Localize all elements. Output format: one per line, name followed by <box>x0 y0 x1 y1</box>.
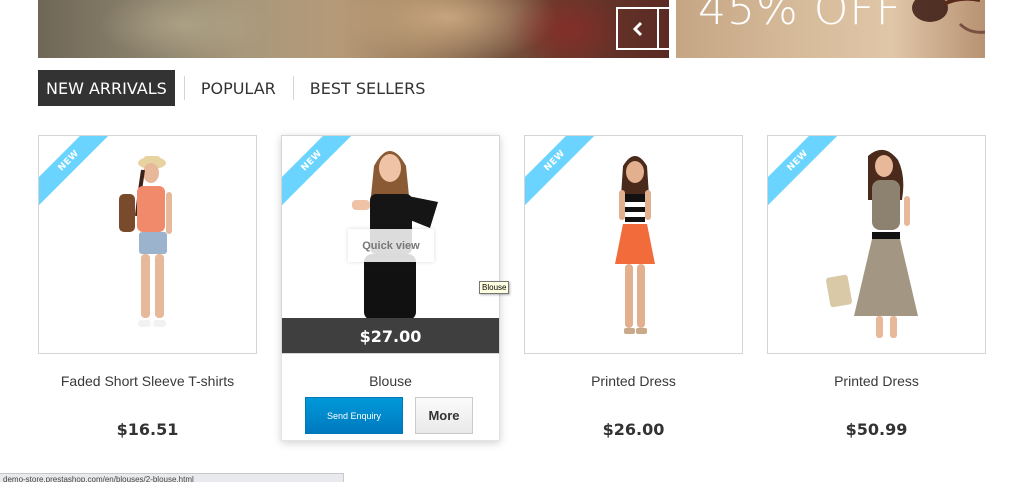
new-badge: NEW <box>768 136 837 205</box>
product-image-link[interactable]: NEW <box>524 135 743 354</box>
sunglasses-icon <box>912 0 985 34</box>
product-actions: Send Enquiry More <box>305 397 473 434</box>
new-badge: NEW <box>282 136 351 205</box>
product-tabs: New arrivals Popular Best Sellers <box>38 70 433 106</box>
product-card: NEW Faded Short Sleeve T-shirts $16.51 <box>38 135 257 439</box>
tab-best-sellers[interactable]: Best Sellers <box>302 70 434 106</box>
new-badge: NEW <box>525 136 594 205</box>
product-name-link[interactable]: Printed Dress <box>767 373 986 389</box>
tab-popular[interactable]: Popular <box>193 70 284 106</box>
banner-right-offer[interactable]: 45% OFF <box>676 0 985 58</box>
tab-divider <box>183 76 185 100</box>
product-name-link[interactable]: Printed Dress <box>524 373 743 389</box>
browser-status-url: demo-store.prestashop.com/en/blouses/2-b… <box>0 473 344 482</box>
tab-new-arrivals[interactable]: New arrivals <box>38 70 175 106</box>
slider-next-button[interactable] <box>657 9 669 48</box>
chevron-left-icon <box>632 21 642 36</box>
tab-divider <box>292 76 294 100</box>
quick-view-button[interactable]: Quick view <box>348 229 434 262</box>
price-overlay: $27.00 <box>282 318 499 353</box>
tooltip: Blouse <box>479 281 510 294</box>
product-name-link[interactable]: Blouse <box>281 373 500 389</box>
slider-controls <box>616 7 669 50</box>
product-price: $26.00 <box>602 420 665 439</box>
banner-texture <box>508 0 628 58</box>
slider-prev-button[interactable] <box>618 9 657 48</box>
more-button[interactable]: More <box>415 397 473 434</box>
product-price: $50.99 <box>845 420 908 439</box>
product-price: $16.51 <box>116 420 179 439</box>
banner-left[interactable] <box>38 0 669 58</box>
banner-texture <box>98 0 268 58</box>
product-name-link[interactable]: Faded Short Sleeve T-shirts <box>38 373 257 389</box>
product-card: NEW Printed Dress $50.99 <box>767 135 986 439</box>
offer-text: 45% OFF <box>698 0 903 35</box>
product-card-hovered: NEW Quick view $27.00 Blouse Send Enquir… <box>281 135 500 441</box>
product-image-link[interactable]: NEW <box>767 135 986 354</box>
send-enquiry-button[interactable]: Send Enquiry <box>305 397 403 434</box>
product-card: NEW Printed Dress $26.00 <box>524 135 743 439</box>
product-image-link[interactable]: NEW Quick view $27.00 <box>281 135 500 354</box>
new-badge: NEW <box>39 136 108 205</box>
product-image-link[interactable]: NEW <box>38 135 257 354</box>
